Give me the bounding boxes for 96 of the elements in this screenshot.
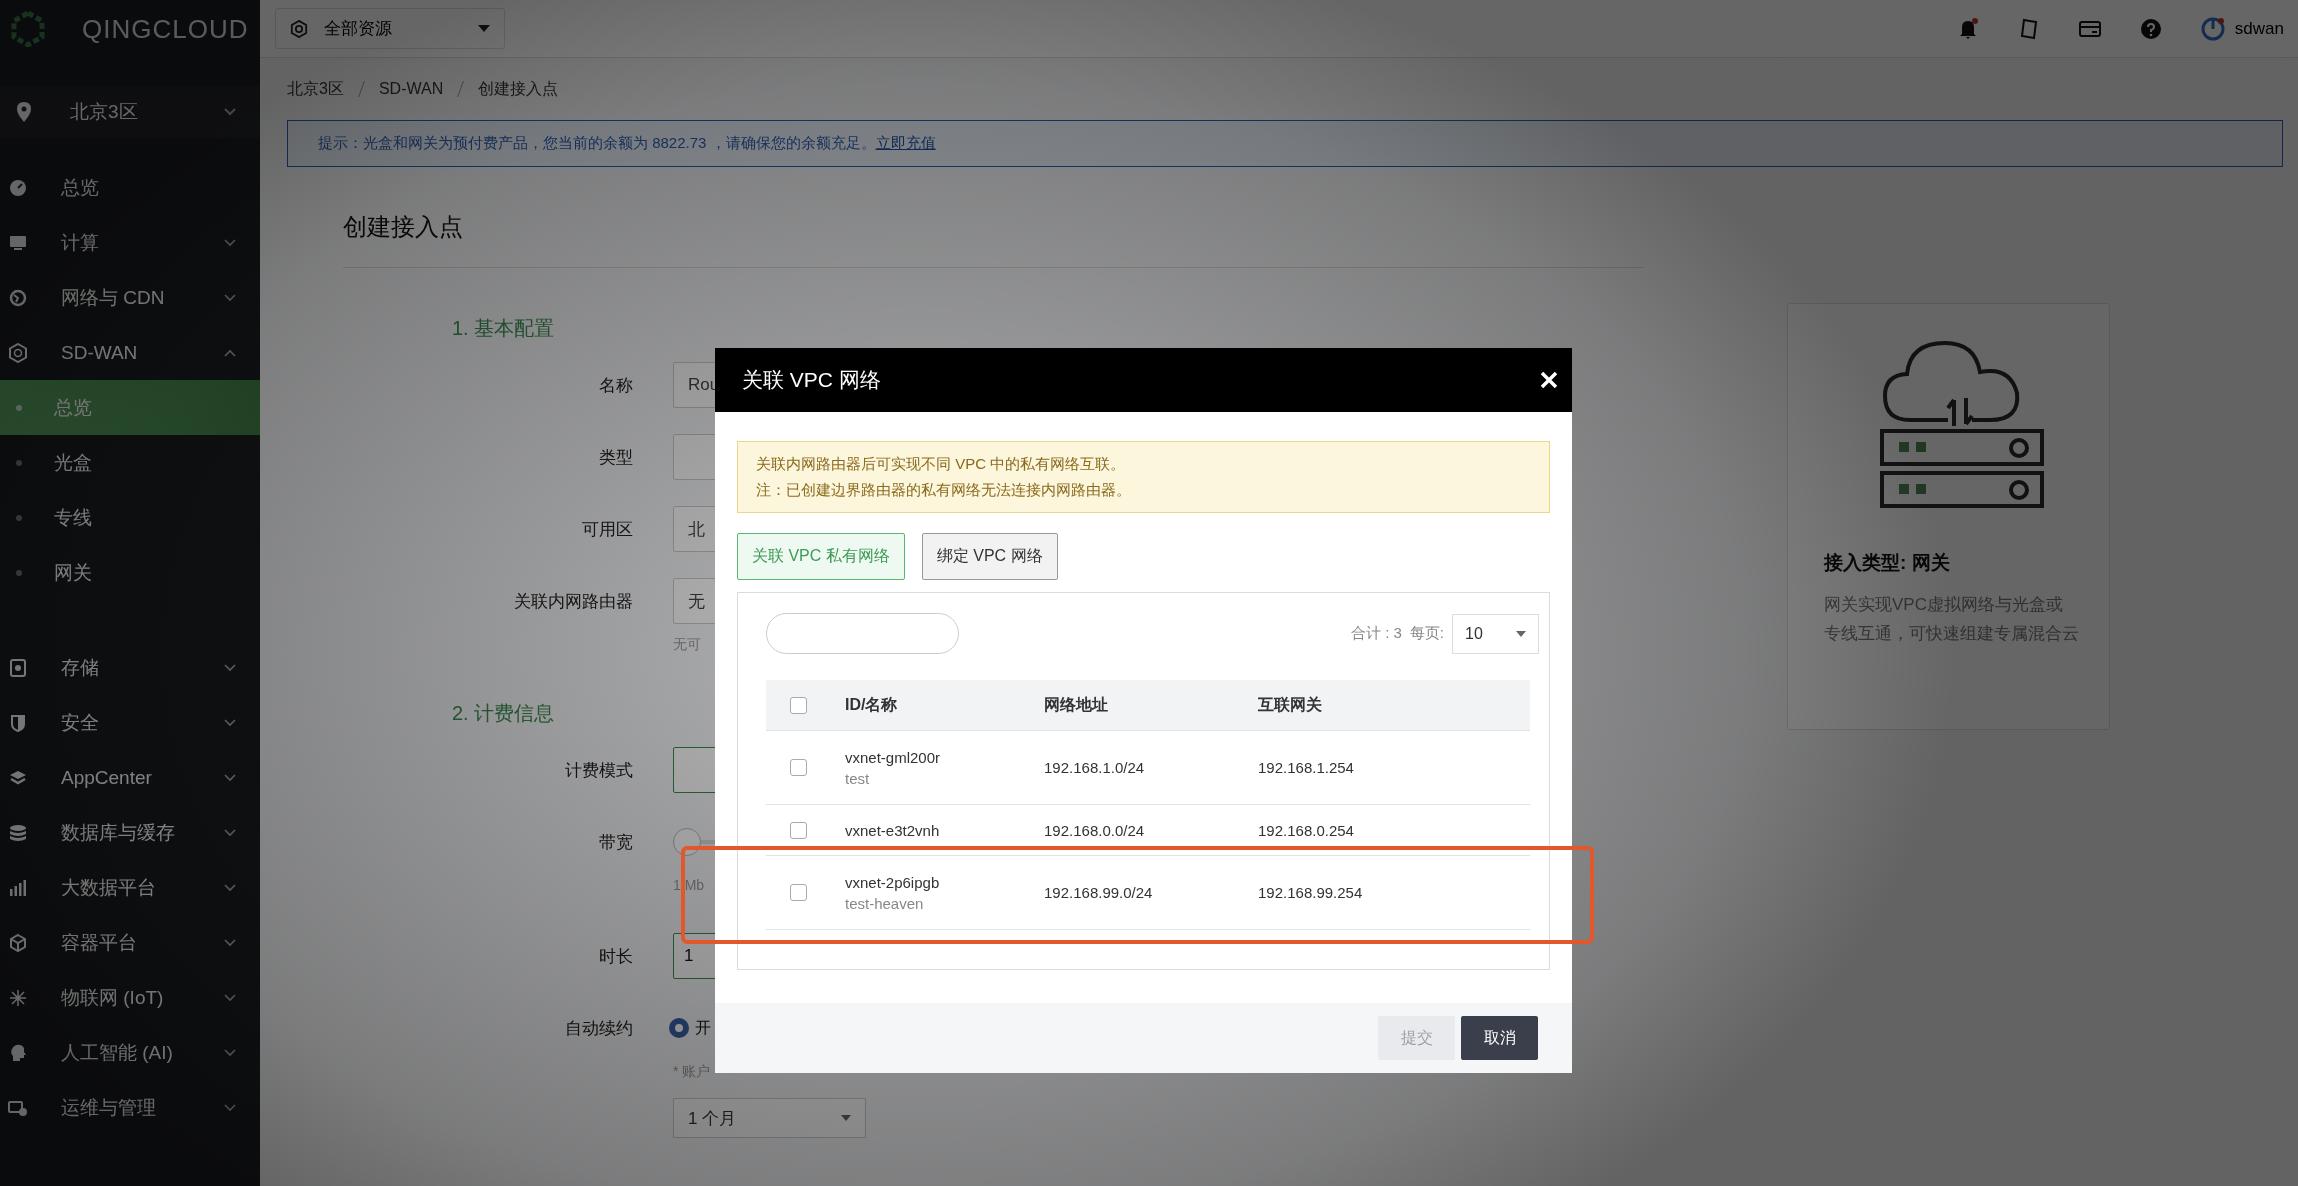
- cancel-button[interactable]: 取消: [1461, 1016, 1538, 1060]
- avatar-icon[interactable]: [2200, 16, 2225, 41]
- duration-select[interactable]: 1 个月: [673, 1098, 866, 1138]
- table-cell: 192.168.99.254: [1258, 884, 1363, 901]
- cube-icon: [8, 932, 28, 953]
- row-checkbox[interactable]: [790, 759, 807, 776]
- field-label: 类型: [598, 446, 633, 469]
- alert-text: 关联内网路由器后可实现不同 VPC 中的私有网络互联。: [756, 454, 1127, 474]
- logo-text: QINGCLOUD: [82, 13, 249, 45]
- table-cell: 192.168.0.254: [1258, 821, 1354, 839]
- section-title: 1. 基本配置: [452, 316, 555, 341]
- network-id: vxnet-2p6ipgb: [845, 873, 941, 891]
- nav-item[interactable]: 数据库与缓存: [0, 805, 260, 860]
- network-icon: [8, 987, 28, 1008]
- nav-item[interactable]: 计算: [0, 215, 260, 270]
- hexagon-icon: [290, 19, 308, 38]
- row-checkbox[interactable]: [790, 884, 807, 901]
- nav-subitem[interactable]: 专线: [0, 490, 260, 545]
- caret-icon: [841, 1115, 851, 1121]
- nav-subitem[interactable]: 网关: [0, 545, 260, 600]
- logo-icon: [10, 11, 46, 47]
- nav-item[interactable]: AppCenter: [0, 750, 260, 805]
- field-label: 时长: [598, 945, 633, 968]
- hexagon-icon: [8, 342, 28, 363]
- gauge-icon: [8, 177, 28, 198]
- page-size-label: 每页:: [1409, 624, 1444, 643]
- column-header: 网络地址: [1044, 694, 1109, 715]
- nav-item[interactable]: 网络与 CDN: [0, 270, 260, 325]
- tab[interactable]: 关联 VPC 私有网络: [737, 533, 905, 580]
- field-label: 自动续约: [564, 1017, 633, 1040]
- page-title: 创建接入点: [343, 212, 1643, 268]
- select-all-checkbox[interactable]: [790, 696, 807, 714]
- region-select[interactable]: 北京3区: [0, 86, 260, 138]
- nav-subitem[interactable]: 总览: [0, 380, 260, 435]
- nav-subitem[interactable]: 光盒: [0, 435, 260, 490]
- bullet-icon: [16, 459, 22, 466]
- field-label: 计费模式: [564, 759, 633, 782]
- globe-icon: [8, 287, 28, 308]
- dialog-title: 关联 VPC 网络: [742, 367, 881, 393]
- bar-chart-icon: [8, 877, 28, 898]
- nav-item[interactable]: 容器平台: [0, 915, 260, 970]
- bullet-icon: [16, 569, 22, 576]
- caret-icon: [478, 25, 490, 32]
- nav-item[interactable]: 运维与管理: [0, 1080, 260, 1135]
- radio-button[interactable]: [669, 1018, 689, 1038]
- nav-item[interactable]: 存储: [0, 640, 260, 695]
- network-id: vxnet-gml200r: [845, 748, 942, 766]
- bell-icon[interactable]: [1958, 17, 1979, 40]
- ticket-icon[interactable]: [2018, 17, 2039, 40]
- shield-icon: [8, 712, 28, 733]
- network-name: test: [845, 769, 871, 787]
- field-label: 关联内网路由器: [513, 590, 633, 613]
- total-count: 合计 : 3: [1350, 624, 1402, 643]
- table-cell-text: 192.168.99.0/24: [1044, 884, 1154, 901]
- nav-item[interactable]: 安全: [0, 695, 260, 750]
- table-cell: 192.168.1.254: [1258, 759, 1354, 776]
- nav-item[interactable]: 人工智能 (AI): [0, 1025, 260, 1080]
- page-size-select[interactable]: 10: [1452, 613, 1539, 654]
- section-title: 2. 计费信息: [452, 701, 555, 726]
- notice-text: 提示：光盒和网关为预付费产品，您当前的余额为 8822.73 ，请确保您的余额充足。: [318, 134, 876, 153]
- user-name[interactable]: sdwan: [2234, 18, 2284, 39]
- breadcrumb-item: 创建接入点: [478, 78, 559, 99]
- nav-item[interactable]: 总览: [0, 160, 260, 215]
- tab[interactable]: 绑定 VPC 网络: [921, 533, 1058, 580]
- nav-item[interactable]: SD-WAN: [0, 325, 260, 380]
- caret-icon: [1516, 630, 1526, 637]
- help-icon[interactable]: [2140, 18, 2161, 39]
- breadcrumb-item[interactable]: SD-WAN: [378, 80, 444, 98]
- column-header: 互联网关: [1258, 694, 1322, 715]
- resource-select[interactable]: 全部资源: [275, 8, 505, 49]
- table-cell-text: 192.168.0.0/24: [1044, 821, 1146, 839]
- field-label: 带宽: [598, 831, 633, 854]
- breadcrumb-item[interactable]: 北京3区: [287, 78, 344, 100]
- card-icon[interactable]: [2078, 20, 2101, 37]
- network-id: vxnet-e3t2vnh: [845, 821, 941, 839]
- field-hint: 无可: [673, 635, 701, 654]
- column-header: ID/名称: [845, 694, 899, 715]
- close-icon[interactable]: [1540, 371, 1558, 389]
- database-icon: [8, 822, 28, 843]
- field-label: 名称: [598, 374, 633, 397]
- table-cell-text: 192.168.1.0/24: [1044, 759, 1146, 776]
- recharge-link[interactable]: 立即充值: [875, 134, 936, 153]
- location-pin-icon: [17, 102, 31, 122]
- field-hint: 1 Mb: [673, 876, 705, 895]
- nav-item[interactable]: 大数据平台: [0, 860, 260, 915]
- radio-label: 开: [695, 1017, 711, 1038]
- nav-item[interactable]: 物联网 (IoT): [0, 970, 260, 1025]
- head-icon: [8, 1042, 28, 1063]
- bullet-icon: [16, 514, 22, 521]
- alert-text: 注：已创建边界路由器的私有网络无法连接内网路由器。: [756, 480, 1132, 500]
- bullet-icon: [16, 404, 22, 411]
- field-label: 可用区: [581, 518, 633, 541]
- row-checkbox[interactable]: [790, 821, 807, 839]
- network-name: test-heaven: [845, 894, 925, 912]
- card-title: 接入类型: 网关: [1824, 551, 1951, 575]
- caret-icon: [224, 108, 236, 116]
